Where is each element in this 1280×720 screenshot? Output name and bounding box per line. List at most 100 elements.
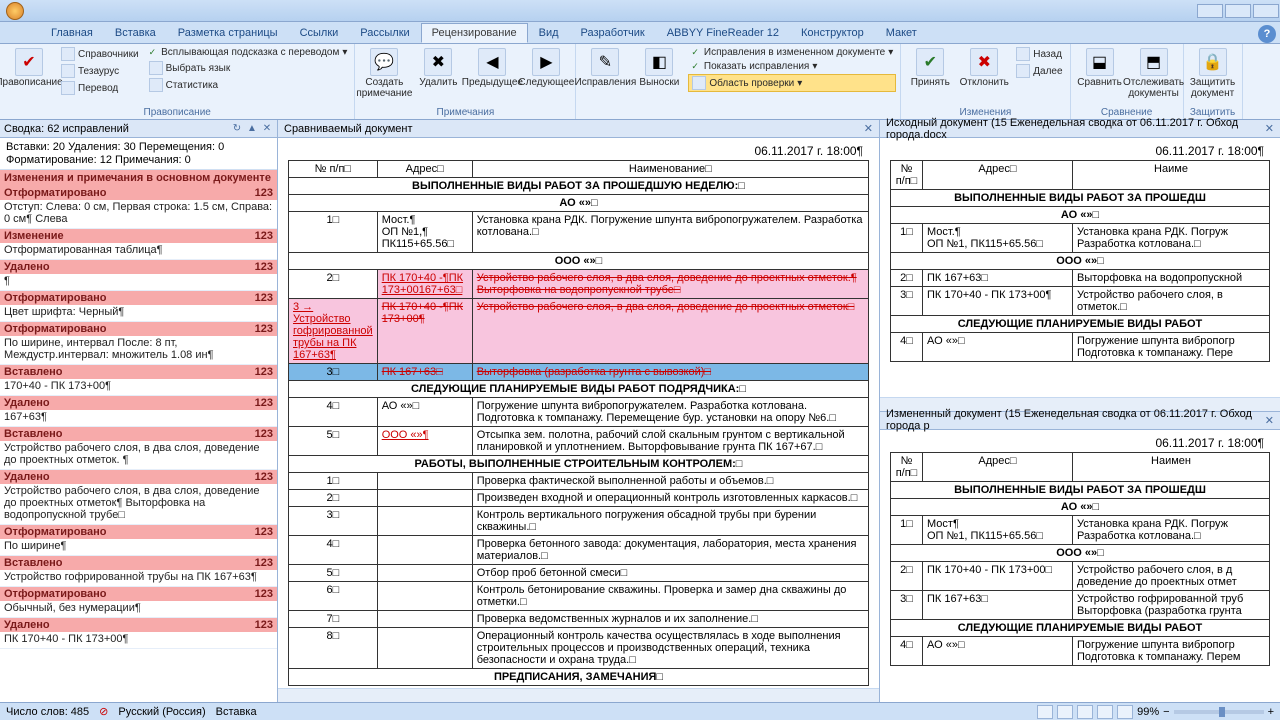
source-pane: Исходный документ (15 Еженедельная сводк… [880, 120, 1280, 412]
zoom-level[interactable]: 99% [1137, 706, 1159, 718]
office-button[interactable] [6, 2, 24, 20]
accept-button[interactable]: ✔Принять [905, 46, 955, 107]
track-changes-button[interactable]: ✎Исправления [580, 46, 630, 118]
source-canvas[interactable]: 06.11.2017 г. 18:00¶ № п/п□Адрес□Наиме В… [880, 138, 1280, 397]
revision-category[interactable]: Удалено123 [0, 396, 277, 410]
status-bar: Число слов: 485 ⊘ Русский (Россия) Встав… [0, 702, 1280, 720]
close-pane-icon[interactable]: ✕ [261, 123, 273, 135]
revision-text[interactable]: Цвет шрифта: Черный¶ [0, 305, 277, 322]
revision-category[interactable]: Отформатировано123 [0, 322, 277, 336]
ribbon-tab[interactable]: Вставка [104, 23, 167, 43]
spelling-button[interactable]: ✔Правописание [4, 46, 54, 107]
compare-table: № п/п□Адрес□Наименование□ ВЫПОЛНЕННЫЕ ВИ… [288, 160, 869, 686]
revision-category[interactable]: Отформатировано123 [0, 186, 277, 200]
language[interactable]: Русский (Россия) [118, 706, 205, 718]
revision-category[interactable]: Отформатировано123 [0, 587, 277, 601]
revisions-section: Изменения и примечания в основном докуме… [0, 170, 277, 186]
compare-button[interactable]: ⬓Сравнить [1075, 46, 1125, 107]
revision-category[interactable]: Вставлено123 [0, 556, 277, 570]
view-read-icon[interactable] [1057, 705, 1073, 719]
insert-mode[interactable]: Вставка [216, 706, 257, 718]
revision-text[interactable]: Обычный, без нумерации¶ [0, 601, 277, 618]
revision-category[interactable]: Удалено123 [0, 618, 277, 632]
source-title: Исходный документ (15 Еженедельная сводк… [886, 117, 1265, 141]
close-icon[interactable]: ✕ [1265, 414, 1274, 427]
show-markup-dropdown[interactable]: Показать исправления ▾ [688, 60, 896, 73]
next-change-button[interactable]: Далее [1013, 63, 1065, 79]
translation-tooltip-button[interactable]: Всплывающая подсказка с переводом ▾ [146, 46, 351, 59]
reviewing-pane-button[interactable]: Область проверки ▾ [688, 74, 896, 92]
ribbon-tab[interactable]: Ссылки [289, 23, 350, 43]
revision-text[interactable]: Устройство рабочего слоя, в два слоя, до… [0, 441, 277, 470]
help-icon[interactable]: ? [1258, 25, 1276, 43]
refresh-icon[interactable]: ↻ [231, 123, 243, 135]
close-icon[interactable]: ✕ [864, 122, 873, 135]
ribbon-tab[interactable]: Конструктор [790, 23, 875, 43]
revision-text[interactable]: Устройство рабочего слоя, в два слоя, до… [0, 484, 277, 525]
view-draft-icon[interactable] [1117, 705, 1133, 719]
revision-category[interactable]: Вставлено123 [0, 365, 277, 379]
revision-category[interactable]: Изменение123 [0, 229, 277, 243]
ribbon-tab[interactable]: Разработчик [570, 23, 656, 43]
revision-text[interactable]: 167+63¶ [0, 410, 277, 427]
display-mode-dropdown[interactable]: Исправления в измененном документе ▾ [688, 46, 896, 59]
zoom-slider[interactable] [1174, 710, 1264, 714]
ribbon-tab[interactable]: Рецензирование [421, 23, 528, 43]
revision-category[interactable]: Вставлено123 [0, 427, 277, 441]
next-comment-button[interactable]: ▶Следующее [521, 46, 571, 107]
zoom-out-icon[interactable]: − [1163, 706, 1169, 718]
revision-category[interactable]: Отформатировано123 [0, 525, 277, 539]
statistics-button[interactable]: Статистика [146, 77, 351, 93]
view-outline-icon[interactable] [1097, 705, 1113, 719]
maximize-button[interactable] [1225, 4, 1251, 18]
ribbon-tab[interactable]: ABBYY FineReader 12 [656, 23, 790, 43]
compare-pane: Сравниваемый документ✕ 06.11.2017 г. 18:… [278, 120, 880, 702]
modified-title: Измененный документ (15 Еженедельная сво… [886, 408, 1265, 432]
revision-category[interactable]: Отформатировано123 [0, 291, 277, 305]
reject-button[interactable]: ✖Отклонить [959, 46, 1009, 107]
new-comment-button[interactable]: 💬Создать примечание [359, 46, 409, 107]
h-scrollbar[interactable] [278, 688, 879, 702]
revision-text[interactable]: Отформатированная таблица¶ [0, 243, 277, 260]
ribbon-tabs: ГлавнаяВставкаРазметка страницыСсылкиРас… [0, 22, 1280, 44]
revision-text[interactable]: По ширине¶ [0, 539, 277, 556]
ribbon-tab[interactable]: Рассылки [349, 23, 420, 43]
track-docs-button[interactable]: ⬒Отслеживать документы [1129, 46, 1179, 107]
view-print-icon[interactable] [1037, 705, 1053, 719]
references-button[interactable]: Справочники [58, 46, 142, 62]
compare-canvas[interactable]: 06.11.2017 г. 18:00¶ № п/п□Адрес□Наимено… [278, 138, 879, 688]
prev-change-button[interactable]: Назад [1013, 46, 1065, 62]
delete-comment-button[interactable]: ✖Удалить [413, 46, 463, 107]
minimize-button[interactable] [1197, 4, 1223, 18]
ribbon-tab[interactable]: Макет [875, 23, 928, 43]
thesaurus-button[interactable]: Тезаурус [58, 63, 142, 79]
revision-text[interactable]: По ширине, интервал После: 8 пт, Междуст… [0, 336, 277, 365]
ribbon-tab[interactable]: Вид [528, 23, 570, 43]
balloons-button[interactable]: ◧Выноски [634, 46, 684, 118]
choose-language-button[interactable]: Выбрать язык [146, 60, 351, 76]
modified-canvas[interactable]: 06.11.2017 г. 18:00¶ № п/п□Адрес□Наимен … [880, 430, 1280, 703]
view-web-icon[interactable] [1077, 705, 1093, 719]
revision-text[interactable]: 170+40 - ПК 173+00¶ [0, 379, 277, 396]
doc-date: 06.11.2017 г. 18:00¶ [288, 142, 869, 160]
revision-text[interactable]: ПК 170+40 - ПК 173+00¶ [0, 632, 277, 649]
translate-button[interactable]: Перевод [58, 80, 142, 96]
ribbon-tab[interactable]: Разметка страницы [167, 23, 289, 43]
revision-text[interactable]: Отступ: Слева: 0 см, Первая строка: 1.5 … [0, 200, 277, 229]
table-row: 3□Контроль вертикального погружения обса… [289, 507, 869, 536]
revision-text[interactable]: Устройство гофрированной трубы на ПК 167… [0, 570, 277, 587]
revision-category[interactable]: Удалено123 [0, 470, 277, 484]
zoom-in-icon[interactable]: + [1268, 706, 1274, 718]
close-icon[interactable]: ✕ [1265, 122, 1274, 135]
close-button[interactable] [1253, 4, 1279, 18]
group-label: Примечания [359, 107, 571, 118]
collapse-icon[interactable]: ▲ [246, 123, 258, 135]
ribbon-tab[interactable]: Главная [40, 23, 104, 43]
protect-button[interactable]: 🔒Защитить документ [1188, 46, 1238, 107]
revision-category[interactable]: Удалено123 [0, 260, 277, 274]
word-count[interactable]: Число слов: 485 [6, 706, 89, 718]
revision-text[interactable]: ¶ [0, 274, 277, 291]
revisions-list[interactable]: Отформатировано123Отступ: Слева: 0 см, П… [0, 186, 277, 702]
prev-comment-button[interactable]: ◀Предыдущее [467, 46, 517, 107]
table-row: 2□Произведен входной и операционный конт… [289, 490, 869, 507]
